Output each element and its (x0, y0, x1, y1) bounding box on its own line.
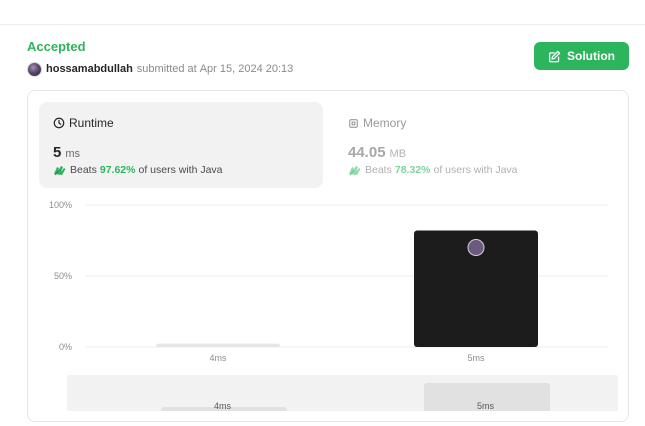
runtime-beats-prefix: Beats (70, 164, 97, 176)
memory-value: 44.05 (348, 144, 386, 161)
submitted-time: Apr 15, 2024 20:13 (199, 63, 294, 75)
user-avatar[interactable] (27, 61, 42, 77)
memory-unit: MB (389, 148, 407, 160)
solution-button-label: Solution (567, 49, 615, 63)
submission-status: Accepted (27, 39, 86, 54)
runtime-beats-suffix: of users with Java (138, 164, 223, 176)
username-link[interactable]: hossamabdullah (46, 63, 133, 75)
edit-icon (548, 50, 561, 62)
runtime-unit: ms (65, 148, 81, 160)
x-tick-label: 5ms (467, 353, 485, 363)
submission-byline: hossamabdullah submitted at Apr 15, 2024… (27, 61, 293, 77)
chart-range-scroller[interactable]: 4ms 5ms (67, 375, 618, 411)
user-avatar-marker (467, 239, 485, 257)
memory-beats-prefix: Beats (365, 164, 392, 176)
memory-title: Memory (363, 116, 407, 130)
runtime-panel[interactable]: Runtime 5 ms Beats 97.62% of users with … (39, 102, 323, 188)
clap-icon (349, 166, 361, 176)
memory-beats-percent: 78.32% (394, 164, 431, 176)
submission-card: Runtime 5 ms Beats 97.62% of users with … (27, 90, 629, 422)
memory-beats-suffix: of users with Java (433, 164, 518, 176)
y-tick-label: 0% (59, 342, 72, 352)
memory-chip-icon (349, 118, 358, 128)
bar-4ms[interactable] (156, 343, 280, 347)
solution-button[interactable]: Solution (534, 42, 629, 70)
overview-label: 5ms (477, 401, 495, 411)
overview-label: 4ms (214, 401, 232, 411)
y-tick-label: 50% (54, 271, 72, 281)
y-tick-label: 100% (49, 200, 72, 210)
top-divider (0, 24, 645, 25)
x-tick-label: 4ms (209, 353, 227, 363)
runtime-beats-percent: 97.62% (99, 164, 136, 176)
submitted-label: submitted at (136, 63, 197, 75)
runtime-title: Runtime (69, 116, 114, 130)
runtime-value: 5 (53, 144, 62, 161)
memory-panel[interactable]: Memory 44.05 MB Beats 78.32% of users wi… (334, 102, 618, 188)
runtime-distribution-chart: 0% 50% 100% 4ms 5ms (49, 200, 608, 363)
clap-icon (54, 166, 66, 176)
clock-icon (53, 117, 65, 129)
